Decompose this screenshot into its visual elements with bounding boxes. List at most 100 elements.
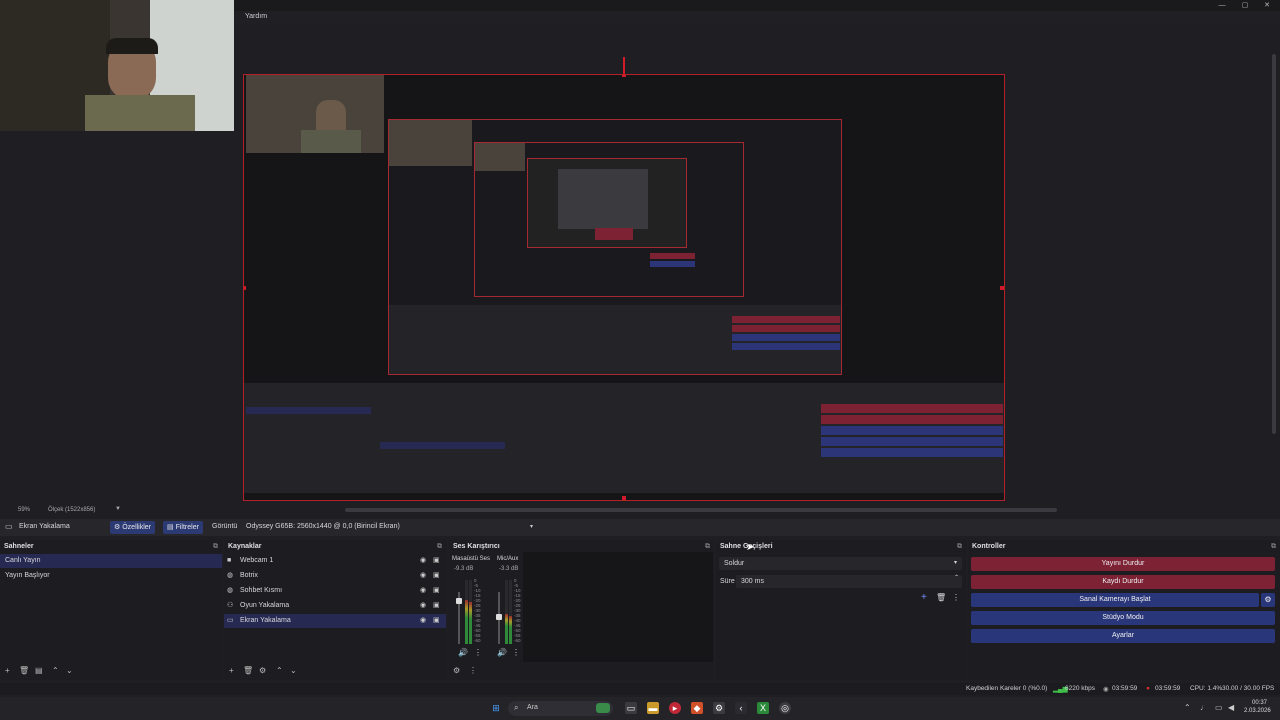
preview-canvas[interactable] — [243, 74, 1005, 501]
speaker-icon[interactable]: 🔊 — [497, 648, 507, 657]
mixer-dock: Ses Karıştırıcı ⧉ Masaüstü Ses -9.3 dB M… — [449, 540, 714, 680]
eye-icon[interactable]: ◉ — [420, 614, 426, 628]
clock-time[interactable]: 00:37 — [1252, 700, 1267, 706]
maximize-button[interactable]: ▢ — [1238, 1, 1252, 10]
app-icon-arrow[interactable]: ‹ — [735, 702, 747, 714]
display-select[interactable]: Odyssey G65B: 2560x1440 @ 0,0 (Birincil … — [242, 521, 540, 534]
advanced-audio-icon[interactable]: ⚙ — [453, 666, 460, 675]
more-icon[interactable]: ⋮ — [474, 648, 482, 657]
source-label: Webcam 1 — [240, 557, 274, 564]
search-icon: ⌕ — [514, 703, 519, 712]
app-icon-gear[interactable]: ⚙ — [713, 702, 725, 714]
lock-icon[interactable]: ▣ — [433, 614, 440, 628]
source-item[interactable]: ◍ Sohbet Kısmı ◉ ▣ — [224, 584, 446, 598]
speaker-icon[interactable]: 🔊 — [458, 648, 468, 657]
more-icon[interactable]: ⋮ — [469, 666, 477, 675]
close-button[interactable]: ✕ — [1260, 1, 1274, 10]
app-icon-red[interactable]: ▸ — [669, 702, 681, 714]
trash-icon[interactable]: 🗑 — [936, 593, 946, 602]
more-icon[interactable]: ⋮ — [512, 648, 520, 657]
context-source-name: Ekran Yakalama — [19, 523, 70, 530]
duration-spinbox[interactable]: 300 ms ⌃ — [736, 575, 962, 588]
menu-help[interactable]: Yardım — [245, 13, 267, 20]
transform-handle[interactable] — [622, 75, 626, 77]
chevron-down-icon[interactable]: ⌄ — [66, 666, 73, 675]
globe-icon: ◍ — [227, 587, 234, 594]
taskbar-search[interactable]: ⌕ Ara — [508, 701, 613, 716]
eye-icon[interactable]: ◉ — [420, 584, 426, 598]
transition-select[interactable]: Soldur ▾ — [719, 557, 962, 570]
filters-button[interactable]: ▤ Filtreler — [163, 521, 203, 534]
gear-icon[interactable]: ⚙ — [259, 666, 266, 675]
scene-item[interactable]: Yayın Başlıyor — [0, 569, 222, 583]
transform-handle[interactable] — [244, 286, 246, 290]
lock-icon[interactable]: ▣ — [433, 554, 440, 568]
lock-icon[interactable]: ▣ — [433, 569, 440, 583]
add-icon[interactable]: + — [5, 666, 10, 675]
network-icon[interactable]: ▭ — [1215, 703, 1223, 712]
nested-webcam — [246, 75, 384, 153]
search-highlight-icon — [596, 703, 610, 713]
obs-icon[interactable]: ◎ — [779, 702, 791, 714]
eye-icon[interactable]: ◉ — [420, 599, 426, 613]
lock-icon[interactable]: ▣ — [433, 584, 440, 598]
dock-menu-icon[interactable]: ⧉ — [705, 543, 710, 551]
studio-mode-button[interactable]: Stüdyo Modu — [971, 611, 1275, 625]
source-item[interactable]: ⚇ Oyun Yakalama ◉ ▣ — [224, 599, 446, 613]
transform-handle[interactable] — [1000, 286, 1004, 290]
properties-button[interactable]: ⚙ Özellikler — [110, 521, 156, 534]
stop-stream-button[interactable]: Yayını Durdur — [971, 557, 1275, 571]
zoom-dropdown-icon[interactable]: ▼ — [115, 506, 121, 512]
source-item[interactable]: ◍ Botrix ◉ ▣ — [224, 569, 446, 583]
file-explorer-icon[interactable]: ▬ — [647, 702, 659, 714]
rotation-handle[interactable] — [623, 57, 625, 74]
zoom-percent[interactable]: 59% — [18, 507, 30, 513]
dock-menu-icon[interactable]: ⧉ — [213, 543, 218, 551]
add-icon[interactable]: + — [229, 666, 234, 675]
nested-preview-1 — [388, 119, 842, 375]
stop-record-button[interactable]: Kaydı Durdur — [971, 575, 1275, 589]
gear-icon[interactable]: ⚙ — [1261, 593, 1275, 607]
dock-menu-icon[interactable]: ⧉ — [1271, 543, 1276, 551]
virtual-camera-button[interactable]: Sanal Kamerayı Başlat — [971, 593, 1259, 607]
sources-dock: Kaynaklar ⧉ ■ Webcam 1 ◉ ▣ ◍ Botrix ◉ ▣ … — [224, 540, 446, 680]
source-item[interactable]: ■ Webcam 1 ◉ ▣ — [224, 554, 446, 568]
trash-icon[interactable]: 🗑 — [19, 666, 29, 675]
lock-icon[interactable]: ▣ — [433, 599, 440, 613]
windows-start-icon[interactable]: ⊞ — [490, 702, 502, 714]
trash-icon[interactable]: 🗑 — [243, 666, 253, 675]
settings-button[interactable]: Ayarlar — [971, 629, 1275, 643]
fader-knob[interactable] — [456, 598, 462, 604]
meter-scale: 0 -5 -10 -15 -20 -25 -30 -35 -40 -45 -50 -55 -60 — [514, 578, 521, 643]
dock-menu-icon[interactable]: ⧉ — [437, 543, 442, 551]
scene-item[interactable]: Canlı Yayın — [0, 554, 222, 568]
chevron-down-icon[interactable]: ⌄ — [290, 666, 297, 675]
chevron-up-icon[interactable]: ⌃ — [52, 666, 59, 675]
eye-icon[interactable]: ◉ — [420, 569, 426, 583]
minimize-button[interactable]: — — [1215, 1, 1229, 10]
chevron-up-icon[interactable]: ⌃ — [1184, 703, 1191, 712]
add-icon[interactable]: + — [921, 592, 927, 603]
more-icon[interactable]: ⋮ — [952, 593, 960, 602]
horizontal-scrollbar[interactable] — [345, 508, 1057, 512]
transition-type: Soldur — [724, 560, 745, 567]
eye-icon[interactable]: ◉ — [420, 554, 426, 568]
clock-date[interactable]: 2.03.2026 — [1244, 708, 1271, 714]
brave-icon[interactable]: ◆ — [691, 702, 703, 714]
excel-icon[interactable]: X — [757, 702, 769, 714]
source-item[interactable]: ▭ Ekran Yakalama ◉ ▣ — [224, 614, 446, 628]
scene-label: Yayın Başlıyor — [5, 572, 50, 579]
vertical-scrollbar[interactable] — [1271, 24, 1277, 504]
dock-menu-icon[interactable]: ⧉ — [957, 543, 962, 551]
volume-icon[interactable]: ◀ — [1228, 703, 1234, 712]
microphone-icon[interactable]: ♩ — [1200, 703, 1208, 712]
task-view-icon[interactable]: ▭ — [625, 702, 637, 714]
chevron-up-icon[interactable]: ⌃ — [276, 666, 283, 675]
meter-scale: 0 -5 -10 -15 -20 -25 -30 -35 -40 -45 -50 -55 -60 — [474, 578, 481, 643]
chevron-up-icon[interactable]: ⌃ — [954, 574, 959, 581]
zoom-scale[interactable]: Ölçek (1522x856) — [48, 507, 95, 513]
nested-preview-2 — [474, 142, 744, 297]
transform-handle[interactable] — [622, 496, 626, 500]
filter-icon[interactable]: ▤ — [35, 666, 43, 675]
fader-knob[interactable] — [496, 614, 502, 620]
